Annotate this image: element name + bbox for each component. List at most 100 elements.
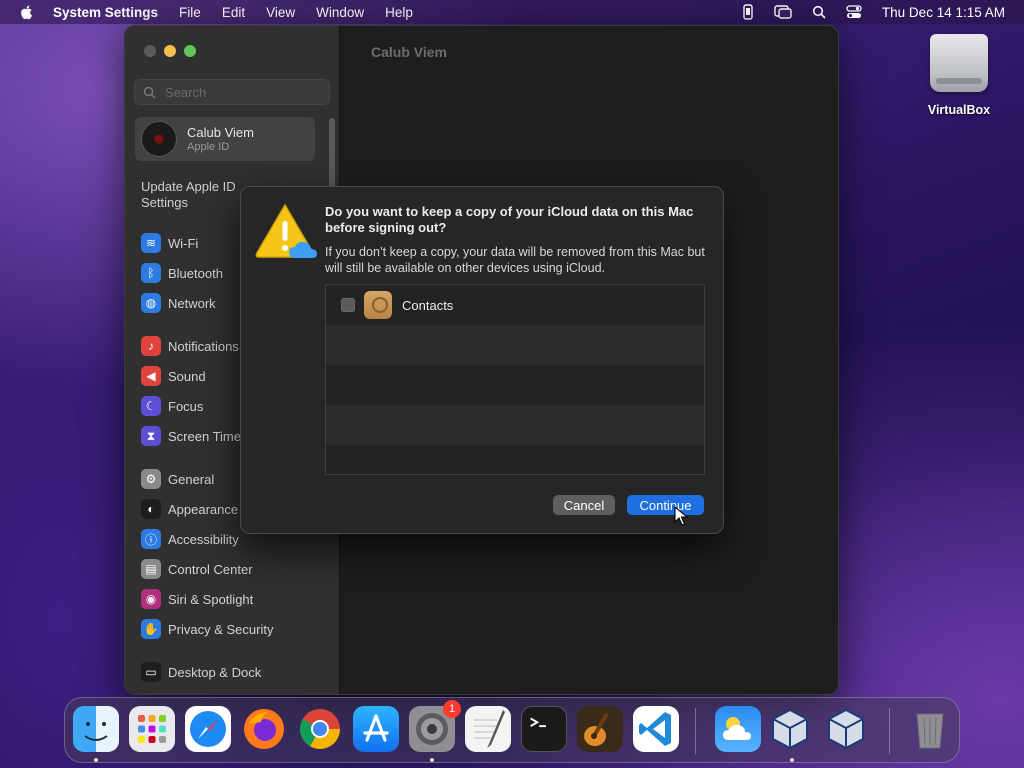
notifications-icon: ♪ xyxy=(141,336,161,356)
appearance-icon: ◐ xyxy=(141,499,161,519)
empty-list-row xyxy=(326,325,704,365)
sidebar-item-focus[interactable]: ☾ Focus xyxy=(141,395,203,417)
sidebar-item-label: Desktop & Dock xyxy=(168,664,262,680)
sidebar-item-accessibility[interactable]: ⓘ Accessibility xyxy=(141,528,239,550)
sidebar-item-sound[interactable]: ◀ Sound xyxy=(141,365,206,387)
menu-edit[interactable]: Edit xyxy=(222,5,245,20)
data-item-list: Contacts xyxy=(325,284,705,475)
zoom-window-button[interactable] xyxy=(184,45,196,57)
dock: 1 xyxy=(64,697,960,763)
sidebar-item-notifications[interactable]: ♪ Notifications xyxy=(141,335,239,357)
menu-window[interactable]: Window xyxy=(316,5,364,20)
sidebar-item-control-center[interactable]: ▤ Control Center xyxy=(141,558,253,580)
apple-id-account-row[interactable]: Calub Viem Apple ID xyxy=(135,117,315,161)
sidebar-item-screen-time[interactable]: ⧗ Screen Time xyxy=(141,425,241,447)
sidebar-item-label: General xyxy=(168,471,215,487)
avatar xyxy=(141,121,177,157)
sidebar-item-label: Focus xyxy=(168,398,204,414)
desktop-virtualbox-drive[interactable]: VirtualBox xyxy=(922,34,996,117)
sidebar-item-network[interactable]: ◍ Network xyxy=(141,292,216,314)
weather-icon[interactable] xyxy=(715,706,761,752)
system-settings-running-indicator xyxy=(430,758,434,762)
close-window-button[interactable] xyxy=(144,45,156,57)
traffic-lights xyxy=(144,45,196,57)
network-icon: ◍ xyxy=(141,293,161,313)
list-item-label: Contacts xyxy=(402,297,454,313)
siri-icon: ◉ xyxy=(141,589,161,609)
sound-icon: ◀ xyxy=(141,366,161,386)
wifi-icon: ≋ xyxy=(141,233,161,253)
dialog-title: Do you want to keep a copy of your iClou… xyxy=(325,204,694,235)
sidebar-item-label: Screen Time xyxy=(168,428,241,444)
screen-mirroring-icon[interactable] xyxy=(774,5,792,19)
menu-help[interactable]: Help xyxy=(385,5,413,20)
textedit-icon[interactable] xyxy=(465,706,511,752)
dock-divider xyxy=(695,708,696,754)
search-input[interactable] xyxy=(165,84,325,100)
list-item[interactable]: Contacts xyxy=(326,285,704,325)
chrome-icon[interactable] xyxy=(297,706,343,752)
cancel-button[interactable]: Cancel xyxy=(553,495,615,515)
menu-view[interactable]: View xyxy=(266,5,295,20)
menu-app-name[interactable]: System Settings xyxy=(53,5,158,20)
sidebar-item-label: Siri & Spotlight xyxy=(168,591,254,607)
menu-clock[interactable]: Thu Dec 14 1:15 AM xyxy=(882,5,1005,20)
trash-icon[interactable] xyxy=(907,706,953,752)
sidebar-item-label: Appearance xyxy=(168,501,239,517)
sidebar-item-privacy-security[interactable]: ✋ Privacy & Security xyxy=(141,618,273,640)
sidebar-item-siri-spotlight[interactable]: ◉ Siri & Spotlight xyxy=(141,588,253,610)
sidebar-item-bluetooth[interactable]: ᛒ Bluetooth xyxy=(141,262,223,284)
search-icon xyxy=(143,86,156,99)
apple-menu-icon[interactable] xyxy=(19,4,35,20)
search-field[interactable] xyxy=(134,79,330,105)
menu-bar: System Settings File Edit View Window He… xyxy=(0,0,1024,24)
notification-badge: 1 xyxy=(443,700,461,718)
update-apple-id-settings-link[interactable]: Update Apple ID Settings xyxy=(141,179,251,211)
sidebar-item-label: Control Center xyxy=(168,561,253,577)
sidebar-item-label: Bluetooth xyxy=(168,265,223,281)
warning-icloud-icon xyxy=(255,203,317,258)
garageband-icon[interactable] xyxy=(577,706,623,752)
contacts-checkbox[interactable] xyxy=(341,298,355,312)
focus-icon: ☾ xyxy=(141,396,161,416)
sidebar-item-desktop-dock[interactable]: ▭ Desktop & Dock xyxy=(141,661,261,683)
sidebar-item-label: Sound xyxy=(168,368,206,384)
sidebar-item-general[interactable]: ⚙ General xyxy=(141,468,214,490)
sidebar-item-appearance[interactable]: ◐ Appearance xyxy=(141,498,238,520)
sidebar-item-label: Privacy & Security xyxy=(168,621,274,637)
finder-running-indicator xyxy=(94,758,98,762)
control-center-icon: ▤ xyxy=(141,559,161,579)
finder-icon[interactable] xyxy=(73,706,119,752)
desktop-icon-label: VirtualBox xyxy=(927,103,991,117)
page-title: Calub Viem xyxy=(371,44,447,60)
bluetooth-icon: ᛒ xyxy=(141,263,161,283)
firefox-icon[interactable] xyxy=(241,706,287,752)
battery-phone-icon[interactable] xyxy=(742,4,754,20)
safari-icon[interactable] xyxy=(185,706,231,752)
account-subtitle: Apple ID xyxy=(187,141,230,153)
empty-list-row xyxy=(326,405,704,445)
sidebar-item-label: Notifications xyxy=(168,338,239,354)
hard-drive-icon xyxy=(930,34,988,92)
virtualbox-icon[interactable] xyxy=(767,706,813,752)
continue-button[interactable]: Continue xyxy=(627,495,704,515)
sidebar-item-wifi[interactable]: ≋ Wi-Fi xyxy=(141,232,198,254)
contacts-icon xyxy=(364,291,392,319)
spotlight-search-icon[interactable] xyxy=(812,5,826,19)
icloud-keep-copy-dialog: Do you want to keep a copy of your iClou… xyxy=(240,186,724,534)
app-store-icon[interactable] xyxy=(353,706,399,752)
minimize-window-button[interactable] xyxy=(164,45,176,57)
virtualbox-2-icon[interactable] xyxy=(823,706,869,752)
menu-file[interactable]: File xyxy=(179,5,201,20)
dialog-message: If you don’t keep a copy, your data will… xyxy=(325,245,705,275)
sidebar-item-label: Wi-Fi xyxy=(168,235,199,251)
launchpad-icon[interactable] xyxy=(129,706,175,752)
dock-divider xyxy=(889,708,890,754)
accessibility-icon: ⓘ xyxy=(141,529,161,549)
terminal-icon[interactable] xyxy=(521,706,567,752)
system-settings-icon[interactable]: 1 xyxy=(409,700,461,752)
sidebar-scrollbar[interactable] xyxy=(329,118,335,188)
vscode-icon[interactable] xyxy=(633,706,679,752)
control-center-icon[interactable] xyxy=(846,5,862,19)
mouse-pointer-icon xyxy=(674,506,688,526)
